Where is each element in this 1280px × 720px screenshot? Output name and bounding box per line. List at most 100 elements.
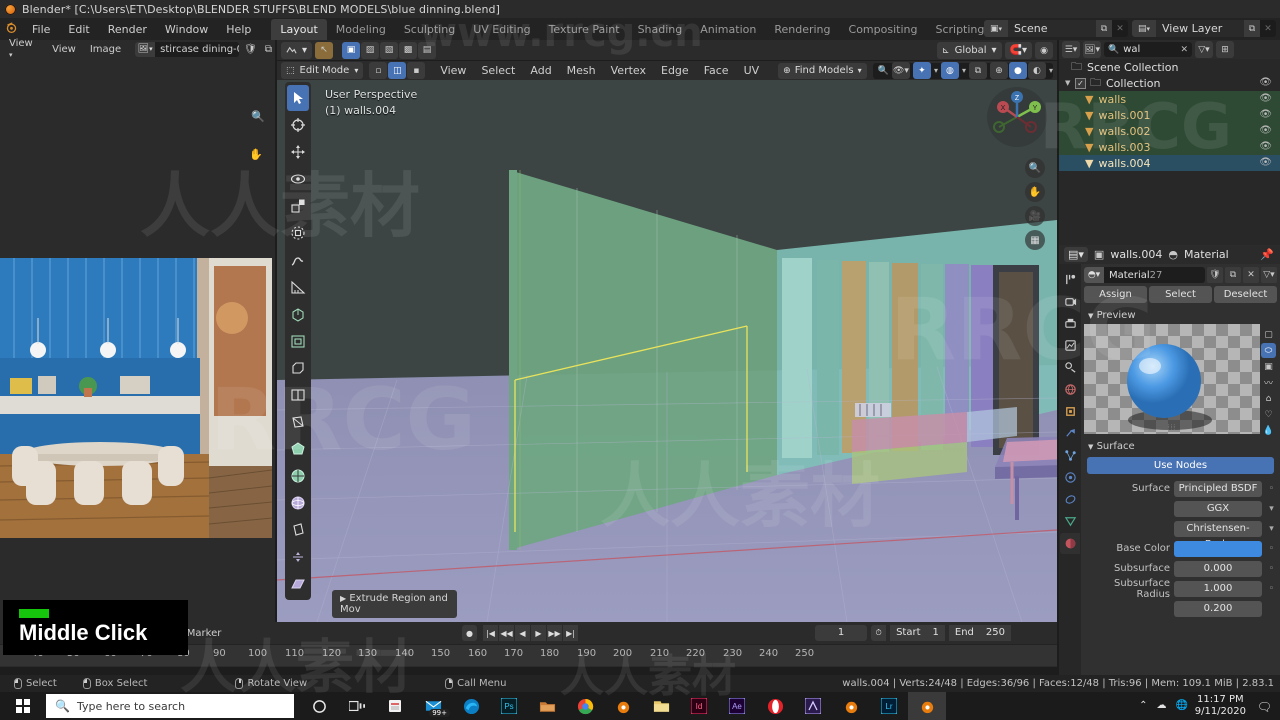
- scale-tool[interactable]: [287, 193, 309, 219]
- blender-icon[interactable]: [604, 692, 642, 720]
- browse-image-icon[interactable]: 🖼▾: [135, 41, 156, 57]
- edge-icon[interactable]: [452, 692, 490, 720]
- outliner-row-collection[interactable]: ▼ ✓ 🗀 Collection 👁: [1059, 75, 1280, 91]
- loop-cut-tool[interactable]: [287, 382, 309, 408]
- hand-icon[interactable]: ✋: [249, 148, 263, 161]
- material-preview-shading-icon[interactable]: ◐: [1027, 62, 1046, 79]
- xray-toggle-icon[interactable]: ⧉: [968, 62, 987, 79]
- frame-start-field[interactable]: Start 1: [890, 625, 945, 641]
- select-subtract-icon[interactable]: ▧: [380, 41, 399, 59]
- stopwatch-icon[interactable]: ⏱: [871, 625, 887, 641]
- notifications-icon[interactable]: 🗨: [1257, 700, 1272, 714]
- tab-texture-paint[interactable]: Texture Paint: [540, 19, 629, 40]
- zoom-camera-icon[interactable]: 🔍: [1025, 158, 1045, 178]
- lightroom-icon[interactable]: Lr: [870, 692, 908, 720]
- smooth-tool[interactable]: [287, 490, 309, 516]
- vp-menu-edge[interactable]: Edge: [654, 62, 696, 79]
- tab-physics-icon[interactable]: [1060, 467, 1080, 488]
- surface-value[interactable]: Principled BSDF: [1174, 480, 1262, 497]
- solid-shading-icon[interactable]: ●: [1008, 62, 1027, 79]
- aftereffects-icon[interactable]: Ae: [718, 692, 756, 720]
- tab-modeling[interactable]: Modeling: [327, 19, 395, 40]
- surface-link-dot-icon[interactable]: ◦: [1266, 484, 1277, 494]
- material-preview[interactable]: ⦙⦙⦙ ▢ ⬭ ▣ 〰 ⌂ ♡ 💧: [1084, 324, 1277, 436]
- outliner-row-walls[interactable]: ▼ walls 👁: [1059, 91, 1280, 107]
- chevron-up-icon[interactable]: ⌃: [1139, 700, 1147, 711]
- shrink-fatten-tool[interactable]: [287, 544, 309, 570]
- cloth-preview-icon[interactable]: ♡: [1261, 407, 1276, 422]
- image-menu-image[interactable]: Image: [84, 44, 127, 55]
- vp-menu-view[interactable]: View: [433, 62, 473, 79]
- tab-shading[interactable]: Shading: [629, 19, 692, 40]
- tab-output-icon[interactable]: [1060, 313, 1080, 334]
- select-button[interactable]: Select: [1149, 286, 1212, 303]
- addon-find-models-dropdown[interactable]: ⊕ Find Models ▾: [778, 62, 867, 79]
- image-name[interactable]: stircase dining-03.jp...: [155, 42, 239, 57]
- network-icon[interactable]: 🌐: [1176, 700, 1188, 711]
- record-icon[interactable]: ●: [462, 625, 477, 641]
- illustrator-icon[interactable]: [794, 692, 832, 720]
- vertex-select-icon[interactable]: ▫: [369, 62, 388, 79]
- gizmos-toggle-icon[interactable]: ✦: [912, 62, 931, 79]
- chevron-down-icon[interactable]: ▼: [1065, 79, 1075, 87]
- jump-start-icon[interactable]: |◀: [483, 625, 498, 641]
- tab-material-icon[interactable]: [1060, 533, 1080, 554]
- photoshop-icon[interactable]: Ps: [490, 692, 528, 720]
- measure-tool[interactable]: [287, 274, 309, 300]
- use-nodes-button[interactable]: Use Nodes: [1087, 457, 1274, 474]
- select-set-icon[interactable]: ▣: [342, 41, 361, 59]
- preview-resize-grip[interactable]: ⦙⦙⦙: [1168, 423, 1176, 433]
- blender-icon-2[interactable]: [832, 692, 870, 720]
- vp-menu-add[interactable]: Add: [523, 62, 558, 79]
- folder-icon[interactable]: [528, 692, 566, 720]
- chevron-down-icon[interactable]: ▾: [1266, 524, 1277, 534]
- operator-redo-panel[interactable]: ▶ Extrude Region and Mov: [332, 590, 457, 618]
- task-view-icon[interactable]: [338, 692, 376, 720]
- tab-scene-icon[interactable]: [1060, 357, 1080, 378]
- vp-menu-face[interactable]: Face: [697, 62, 736, 79]
- current-frame-field[interactable]: 1: [815, 625, 868, 641]
- new-view-layer-icon[interactable]: ⧉: [1244, 20, 1260, 37]
- explorer-icon[interactable]: [642, 692, 680, 720]
- edge-slide-tool[interactable]: [287, 517, 309, 543]
- outliner-row-walls-003[interactable]: ▼ walls.003 👁: [1059, 139, 1280, 155]
- breadcrumb-material[interactable]: Material: [1184, 248, 1229, 261]
- tab-compositing[interactable]: Compositing: [840, 19, 927, 40]
- tab-world-icon[interactable]: [1060, 379, 1080, 400]
- subsurface-link-dot-icon[interactable]: ◦: [1266, 564, 1277, 574]
- editor-type-selector[interactable]: ▾: [281, 41, 313, 59]
- frame-end-field[interactable]: End 250: [948, 625, 1011, 641]
- clear-search-icon[interactable]: ✕: [1180, 45, 1188, 55]
- windows-start-icon[interactable]: [0, 692, 46, 720]
- hide-in-viewport-icon[interactable]: 👁: [1259, 141, 1272, 152]
- tab-particles-icon[interactable]: [1060, 445, 1080, 466]
- face-select-icon[interactable]: ▪: [407, 62, 426, 79]
- distribution-value[interactable]: GGX: [1174, 500, 1262, 517]
- proportional-edit-icon[interactable]: ◉: [1035, 42, 1053, 59]
- tab-layout[interactable]: Layout: [271, 18, 327, 40]
- extrude-region-tool[interactable]: [287, 301, 309, 327]
- new-scene-icon[interactable]: ⧉: [1096, 20, 1112, 37]
- edge-select-icon[interactable]: ◫: [388, 62, 407, 79]
- sphere-preview-icon[interactable]: ⬭: [1261, 343, 1276, 358]
- base-color-swatch[interactable]: [1174, 540, 1262, 557]
- outliner-row-walls-001[interactable]: ▼ walls.001 👁: [1059, 107, 1280, 123]
- snapping-selector[interactable]: 🧲▾: [1004, 42, 1032, 59]
- subsurface-radius-link-dot-icon[interactable]: ◦: [1266, 584, 1277, 594]
- toggle-ortho-icon[interactable]: ▦: [1025, 230, 1045, 250]
- viewport-canvas[interactable]: User Perspective (1) walls.004 Y X Z 🔍 ✋…: [277, 80, 1057, 622]
- next-keyframe-icon[interactable]: ▶▶: [547, 625, 562, 641]
- plane-preview-icon[interactable]: ▢: [1261, 327, 1276, 342]
- cursor-tool[interactable]: [287, 112, 309, 138]
- material-name[interactable]: Material: [1104, 270, 1150, 281]
- image-editor-type-icon[interactable]: View ▾: [3, 38, 44, 60]
- transform-orientation-selector[interactable]: ⊾ Global ▾: [937, 42, 1002, 59]
- menu-help[interactable]: Help: [218, 20, 259, 39]
- id-type-filter-icon[interactable]: 🖼▾: [1083, 41, 1101, 58]
- scene-selector[interactable]: ▣ ▾ Scene ⧉ ✕: [984, 20, 1128, 37]
- tab-uv-editing[interactable]: UV Editing: [464, 19, 539, 40]
- taskbar-search-input[interactable]: 🔍 Type here to search: [46, 694, 294, 718]
- subsurface-method-value[interactable]: Christensen-Burle: [1174, 520, 1262, 550]
- preview-section-header[interactable]: ▼ Preview: [1084, 307, 1277, 324]
- hand-move-icon[interactable]: ✋: [1025, 182, 1045, 202]
